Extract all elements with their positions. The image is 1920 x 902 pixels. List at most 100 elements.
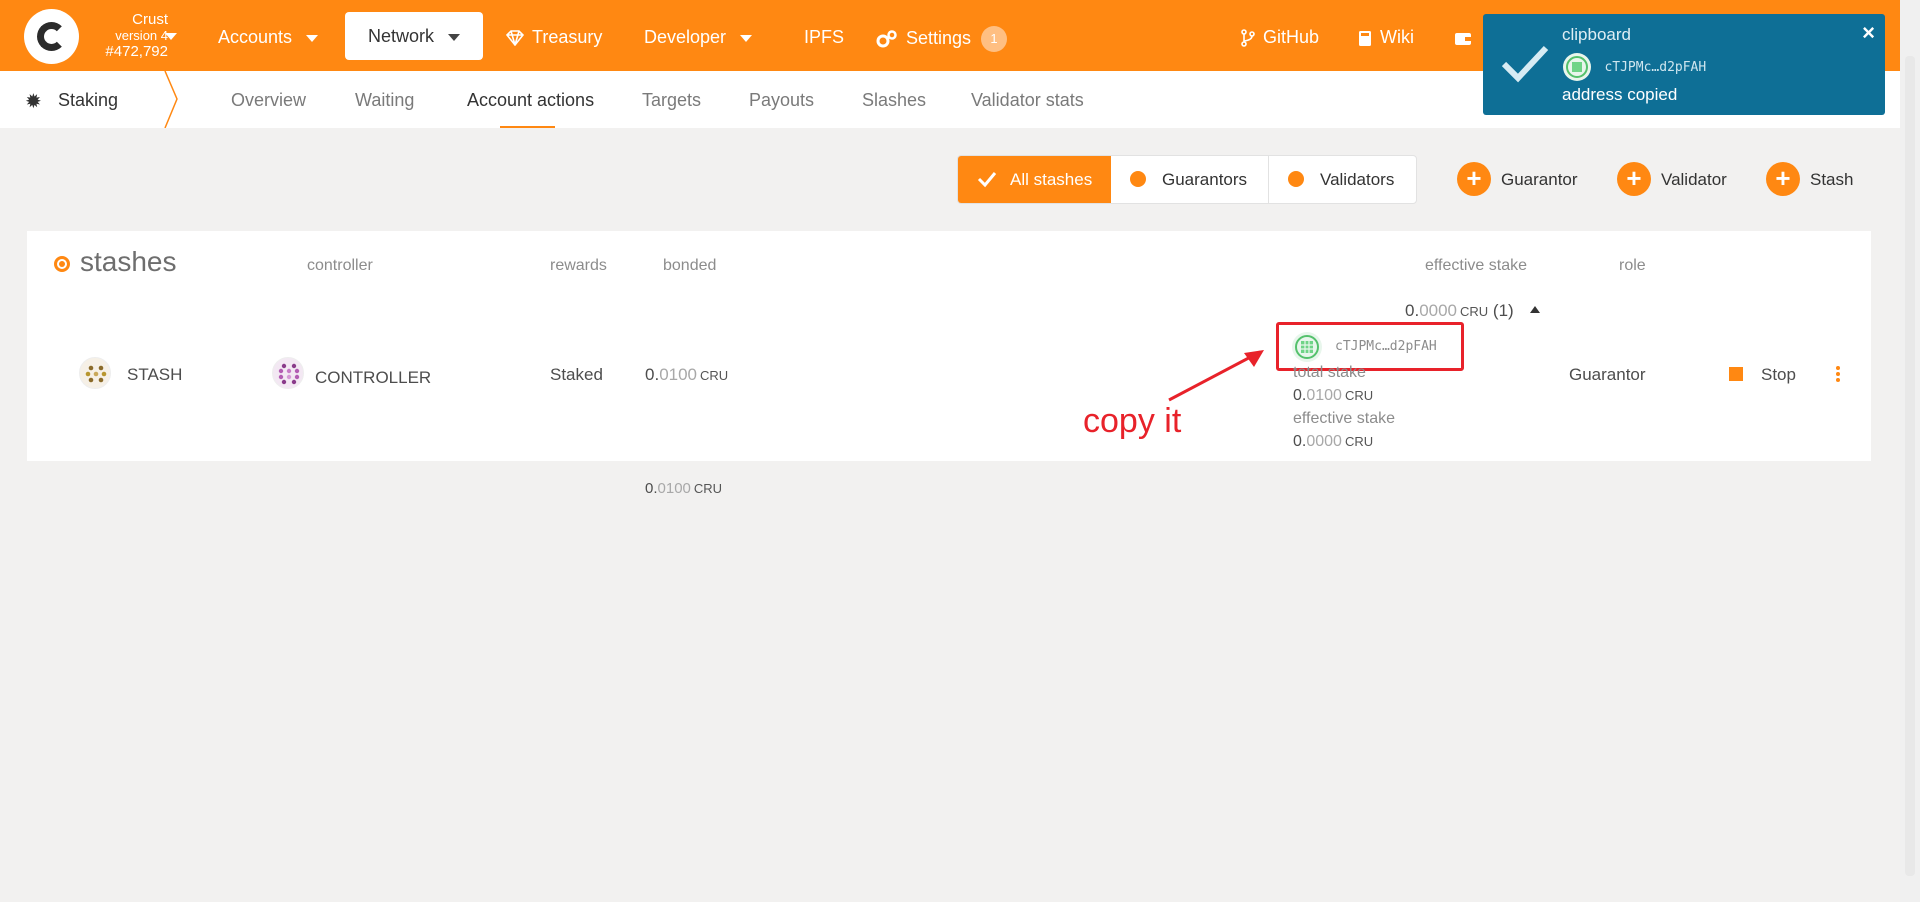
wiki-book-icon xyxy=(1359,30,1371,46)
nav-ipfs[interactable]: IPFS xyxy=(804,26,844,48)
identicon xyxy=(85,365,107,383)
nav-settings[interactable]: Settings 1 xyxy=(876,26,1008,52)
nav-wiki[interactable]: Wiki xyxy=(1358,26,1414,48)
nav-accounts[interactable]: Accounts xyxy=(218,26,319,48)
rewards-status: Staked xyxy=(550,365,603,384)
block-number: #472,792 xyxy=(105,43,168,60)
kebab-icon[interactable] xyxy=(1835,366,1841,384)
stash-filter-group: All stashes Guarantors Validators xyxy=(957,155,1417,204)
effective-stake-amount: 0.0000 CRU xyxy=(1293,433,1373,451)
plus-icon: + xyxy=(1457,162,1491,197)
validator-dot-icon xyxy=(1288,171,1304,188)
annotation-copy-it: copy it xyxy=(1083,402,1182,440)
add-stash-label: Stash xyxy=(1810,170,1854,189)
identicon xyxy=(1295,335,1319,359)
annotation-arrow xyxy=(1168,350,1264,402)
tab-waiting[interactable]: Waiting xyxy=(355,90,414,111)
identicon xyxy=(278,363,300,385)
nominee-identicon[interactable] xyxy=(1292,332,1322,362)
nav-github[interactable]: GitHub xyxy=(1241,26,1319,48)
nav-settings-label: Settings xyxy=(906,27,972,48)
tab-overview[interactable]: Overview xyxy=(231,90,306,111)
scrollbar-thumb[interactable] xyxy=(1905,56,1915,876)
header-controller: controller xyxy=(307,257,373,274)
tab-targets[interactable]: Targets xyxy=(642,90,701,111)
nav-network-label: Network xyxy=(368,26,435,46)
filter-validators-label: Validators xyxy=(1320,170,1395,189)
total-dec: 0100 xyxy=(1306,387,1342,404)
add-guarantor-label: Guarantor xyxy=(1501,170,1578,189)
nav-network[interactable]: Network xyxy=(345,12,483,60)
eff-dec: 0000 xyxy=(1419,301,1458,320)
total-unit: CRU xyxy=(1344,388,1374,403)
tab-payouts[interactable]: Payouts xyxy=(749,90,814,111)
settings-badge: 1 xyxy=(981,26,1008,52)
header-rewards: rewards xyxy=(550,257,607,274)
stop-icon xyxy=(1729,367,1743,382)
eff-count: (1) xyxy=(1492,301,1514,320)
total-stake-label: total stake xyxy=(1293,364,1366,381)
chain-selector[interactable]: Crust version 4 #472,792 xyxy=(88,12,168,60)
add-stash-button[interactable]: + Stash xyxy=(1766,162,1854,197)
add-validator-button[interactable]: + Validator xyxy=(1617,162,1727,197)
bonded-total: 0.0100 CRU xyxy=(645,480,722,497)
effective-stake-summary[interactable]: 0.0000 CRU (1) xyxy=(1405,301,1540,321)
chevron-down-icon xyxy=(740,34,753,42)
check-icon xyxy=(1501,45,1549,83)
filter-validators[interactable]: Validators xyxy=(1288,156,1394,203)
stash-name[interactable]: STASH xyxy=(127,365,182,385)
nav-wiki-label: Wiki xyxy=(1380,27,1414,47)
stop-button[interactable]: Stop xyxy=(1729,365,1796,385)
nav-developer[interactable]: Developer xyxy=(644,26,753,48)
eff-int: 0. xyxy=(1405,301,1420,320)
add-guarantor-button[interactable]: + Guarantor xyxy=(1457,162,1578,197)
nav-wallet[interactable] xyxy=(1454,26,1480,48)
toast-address-row: cTJPMc…d2pFAH xyxy=(1562,52,1706,82)
guarantor-dot-icon xyxy=(1130,171,1146,188)
wallet-icon xyxy=(1455,32,1471,45)
active-tab-indicator xyxy=(500,126,555,128)
stash-identicon[interactable] xyxy=(79,357,111,389)
plus-icon: + xyxy=(1766,162,1800,197)
breadcrumb-separator xyxy=(164,71,178,128)
tab-account-actions[interactable]: Account actions xyxy=(467,90,594,111)
chevron-down-icon[interactable] xyxy=(165,33,177,40)
header-effective-stake: effective stake xyxy=(1425,257,1527,274)
toast-message: address copied xyxy=(1562,85,1678,104)
chevron-down-icon xyxy=(448,33,461,41)
nav-developer-label: Developer xyxy=(644,27,727,47)
controller-name[interactable]: CONTROLLER xyxy=(315,368,431,388)
eff-unit: CRU xyxy=(1460,304,1489,319)
close-icon[interactable]: × xyxy=(1862,20,1875,46)
footer-dec: 0100 xyxy=(657,480,691,497)
eff2-dec: 0000 xyxy=(1306,433,1342,450)
nominee-address[interactable]: cTJPMc…d2pFAH xyxy=(1335,339,1437,354)
filter-all-stashes[interactable]: All stashes xyxy=(958,156,1111,203)
nav-treasury[interactable]: Treasury xyxy=(506,26,602,48)
tab-slashes[interactable]: Slashes xyxy=(862,90,926,111)
crust-logo[interactable] xyxy=(24,9,79,64)
tab-validator-stats[interactable]: Validator stats xyxy=(971,90,1084,111)
bonded-unit: CRU xyxy=(700,368,729,383)
nav-github-label: GitHub xyxy=(1263,27,1320,47)
filter-guarantors-label: Guarantors xyxy=(1162,170,1248,189)
effective-stake-label: effective stake xyxy=(1293,410,1395,427)
nav-accounts-label: Accounts xyxy=(218,27,293,47)
filter-guarantors[interactable]: Guarantors xyxy=(1130,156,1247,203)
eff2-int: 0. xyxy=(1293,433,1307,450)
bonded-int: 0. xyxy=(645,365,660,384)
bonded-dec: 0100 xyxy=(659,365,698,384)
footer-unit: CRU xyxy=(693,481,723,496)
staking-title: Staking xyxy=(58,90,119,110)
header-role: role xyxy=(1619,257,1646,274)
header-bonded: bonded xyxy=(663,257,717,274)
plus-icon: + xyxy=(1617,162,1651,197)
controller-identicon[interactable] xyxy=(272,357,304,389)
collapse-caret-icon xyxy=(1529,306,1540,314)
check-icon xyxy=(977,172,997,188)
chevron-down-icon xyxy=(306,34,319,42)
filter-divider xyxy=(1268,156,1269,203)
settings-gears-icon xyxy=(876,30,897,48)
gear-icon: ✹ xyxy=(25,91,42,113)
nav-ipfs-label: IPFS xyxy=(804,27,845,47)
